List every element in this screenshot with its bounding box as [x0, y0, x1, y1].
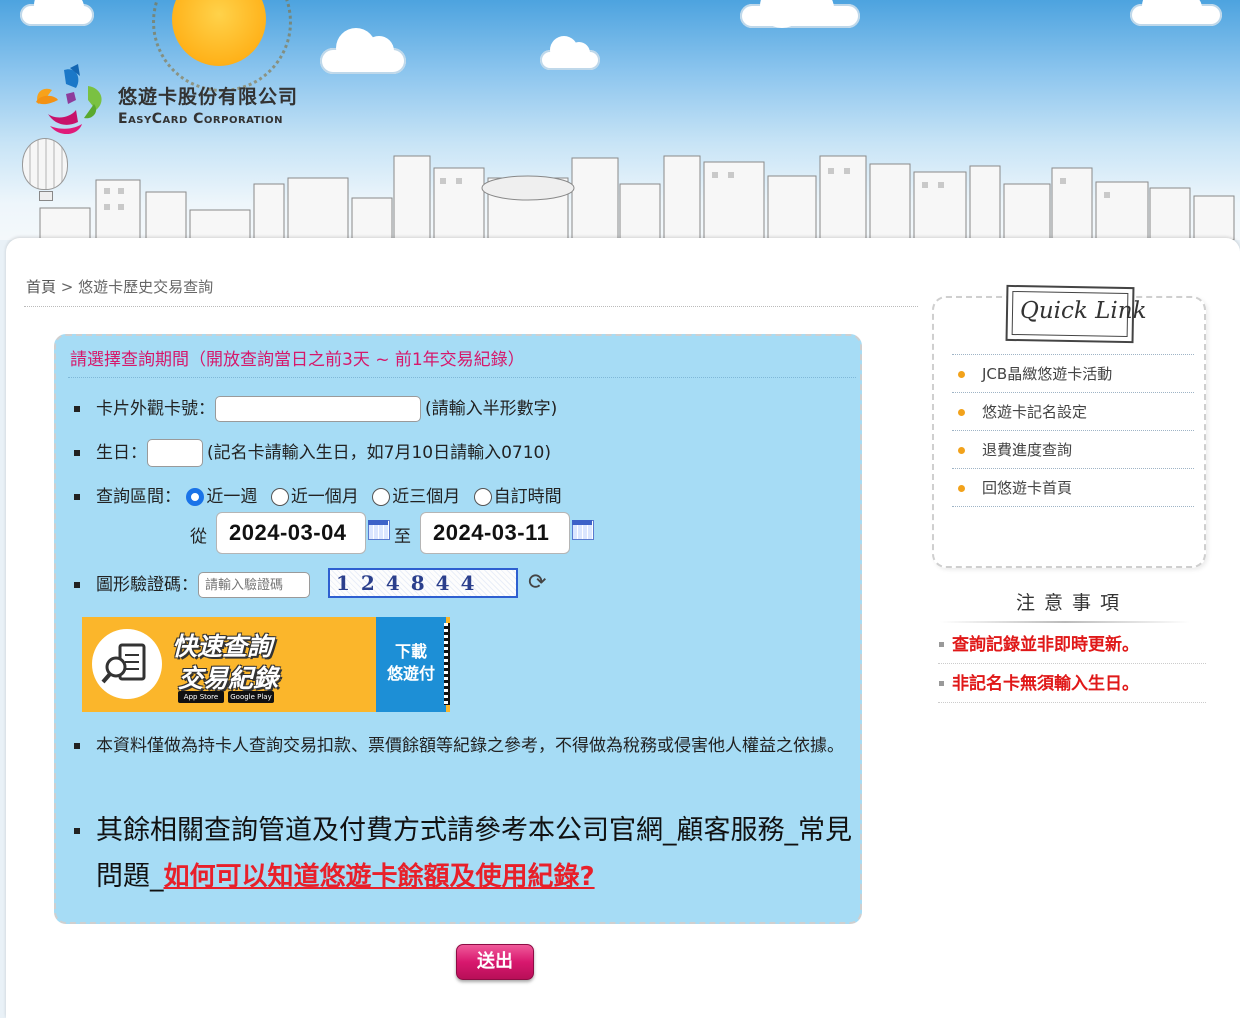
breadcrumb-separator: > — [60, 278, 74, 296]
cloud-icon — [1130, 0, 1222, 26]
qr-finder — [448, 683, 450, 701]
captcha-image: 124844 — [328, 568, 518, 598]
to-label: 至 — [394, 527, 411, 547]
google-play-badge[interactable]: Google Play — [228, 691, 274, 703]
company-name[interactable]: 悠遊卡股份有限公司 EasyCard Corporation — [118, 82, 298, 127]
company-name-en: EasyCard Corporation — [118, 111, 284, 127]
easycard-logo-icon[interactable] — [30, 64, 110, 140]
captcha-input[interactable] — [198, 572, 310, 598]
bullet-icon — [74, 582, 80, 588]
bullet-icon — [74, 494, 80, 500]
birthday-row: 生日： (記名卡請輸入生日，如7月10日請輸入0710) — [74, 438, 551, 467]
bullet-square-icon — [939, 681, 944, 686]
bullet-dot-icon — [958, 485, 965, 492]
bullet-dot-icon — [958, 371, 965, 378]
radio-selected-icon[interactable] — [186, 488, 205, 506]
card-number-label: 卡片外觀卡號： — [96, 399, 215, 419]
quick-link-registration[interactable]: 悠遊卡記名設定 — [952, 392, 1194, 430]
notice-divider — [940, 621, 1190, 623]
breadcrumb-current: 悠遊卡歷史交易查詢 — [78, 278, 214, 296]
date-from-input[interactable]: 2024-03-04 — [216, 512, 366, 554]
qr-finder — [448, 627, 450, 645]
banner-line2: 交易紀錄 — [178, 664, 279, 693]
notice-item: 查詢記錄並非即時更新。 — [938, 626, 1206, 664]
disclaimer-note: 本資料僅做為持卡人查詢交易扣款、票價餘額等紀錄之參考，不得做為稅務或侵害他人權益… — [74, 731, 858, 762]
faq-balance-link[interactable]: 如何可以知道悠遊卡餘額及使用紀錄? — [164, 862, 595, 892]
notice-item: 非記名卡無須輸入生日。 — [938, 665, 1206, 703]
captcha-row: 圖形驗證碼： — [74, 570, 310, 598]
site-header: 悠遊卡股份有限公司 EasyCard Corporation — [0, 0, 1240, 240]
query-range-row: 查詢區間： 近一週 近一個月 近三個月 自訂時間 — [74, 482, 562, 507]
from-label: 從 — [190, 527, 207, 547]
breadcrumb-divider — [24, 306, 918, 307]
bullet-dot-icon — [958, 409, 965, 416]
notice-title: 注意事項 — [1016, 592, 1129, 614]
card-number-row: 卡片外觀卡號： (請輸入半形數字) — [74, 394, 557, 422]
birthday-hint: (記名卡請輸入生日，如7月10日請輸入0710) — [207, 443, 551, 463]
qr-code-icon — [444, 623, 450, 705]
company-name-cn: 悠遊卡股份有限公司 — [118, 86, 299, 108]
breadcrumb: 首頁 > 悠遊卡歷史交易查詢 — [26, 276, 213, 297]
form-title: 請選擇查詢期間（開放查詢當日之前3天 ~ 前1年交易紀錄） — [70, 350, 525, 370]
breadcrumb-home-link[interactable]: 首頁 — [26, 278, 56, 296]
search-document-icon — [92, 629, 162, 699]
radio-icon[interactable] — [270, 488, 289, 506]
birthday-input[interactable] — [147, 439, 203, 467]
bullet-icon — [74, 450, 80, 456]
cloud-icon — [740, 0, 860, 28]
quick-link-list: JCB晶緻悠遊卡活動 悠遊卡記名設定 退費進度查詢 回悠遊卡首頁 — [952, 354, 1194, 507]
banner-download-text: 下載 悠遊付 — [386, 642, 435, 683]
bullet-square-icon — [939, 642, 944, 647]
bullet-icon — [74, 406, 80, 412]
bullet-dot-icon — [958, 447, 965, 454]
refresh-captcha-icon[interactable]: ⟳ — [528, 570, 546, 595]
calendar-icon[interactable] — [572, 520, 594, 540]
cloud-icon — [320, 28, 406, 74]
quick-link-home[interactable]: 回悠遊卡首頁 — [952, 468, 1194, 507]
date-to-input[interactable]: 2024-03-11 — [420, 512, 570, 554]
birthday-label: 生日： — [96, 443, 147, 463]
radio-range-1week[interactable]: 近一週 — [186, 487, 257, 507]
radio-icon[interactable] — [372, 488, 391, 506]
quick-link-refund-status[interactable]: 退費進度查詢 — [952, 430, 1194, 468]
disclaimer-text: 本資料僅做為持卡人查詢交易扣款、票價餘額等紀錄之參考，不得做為稅務或侵害他人權益… — [96, 736, 844, 756]
card-number-input[interactable] — [215, 396, 421, 422]
quick-link-jcb[interactable]: JCB晶緻悠遊卡活動 — [952, 354, 1194, 392]
captcha-label: 圖形驗證碼： — [96, 575, 198, 595]
card-number-hint: (請輸入半形數字) — [425, 399, 558, 419]
city-skyline-illustration — [39, 155, 1235, 240]
calendar-icon[interactable] — [368, 520, 390, 540]
faq-note: 其餘相關查詢管道及付費方式請參考本公司官網_顧客服務_常見問題_如何可以知道悠遊… — [74, 808, 858, 900]
banner-line1: 快速查詢 — [172, 632, 273, 661]
radio-range-custom[interactable]: 自訂時間 — [473, 487, 562, 507]
radio-range-3months[interactable]: 近三個月 — [372, 487, 460, 507]
query-range-label: 查詢區間： — [96, 487, 181, 507]
quick-link-title: Quick Link — [1020, 298, 1147, 324]
submit-button[interactable]: 送出 — [456, 944, 534, 980]
app-store-badge[interactable]: App Store — [178, 691, 224, 703]
radio-icon[interactable] — [473, 488, 492, 506]
cloud-icon — [20, 0, 94, 26]
bullet-icon — [74, 743, 80, 749]
bullet-icon — [74, 828, 80, 834]
cloud-icon — [540, 36, 600, 70]
easywallet-banner[interactable]: 快速查詢 交易紀錄 App Store Google Play 下載 悠遊付 — [82, 617, 450, 712]
radio-range-1month[interactable]: 近一個月 — [270, 487, 359, 507]
form-title-divider — [68, 377, 856, 378]
